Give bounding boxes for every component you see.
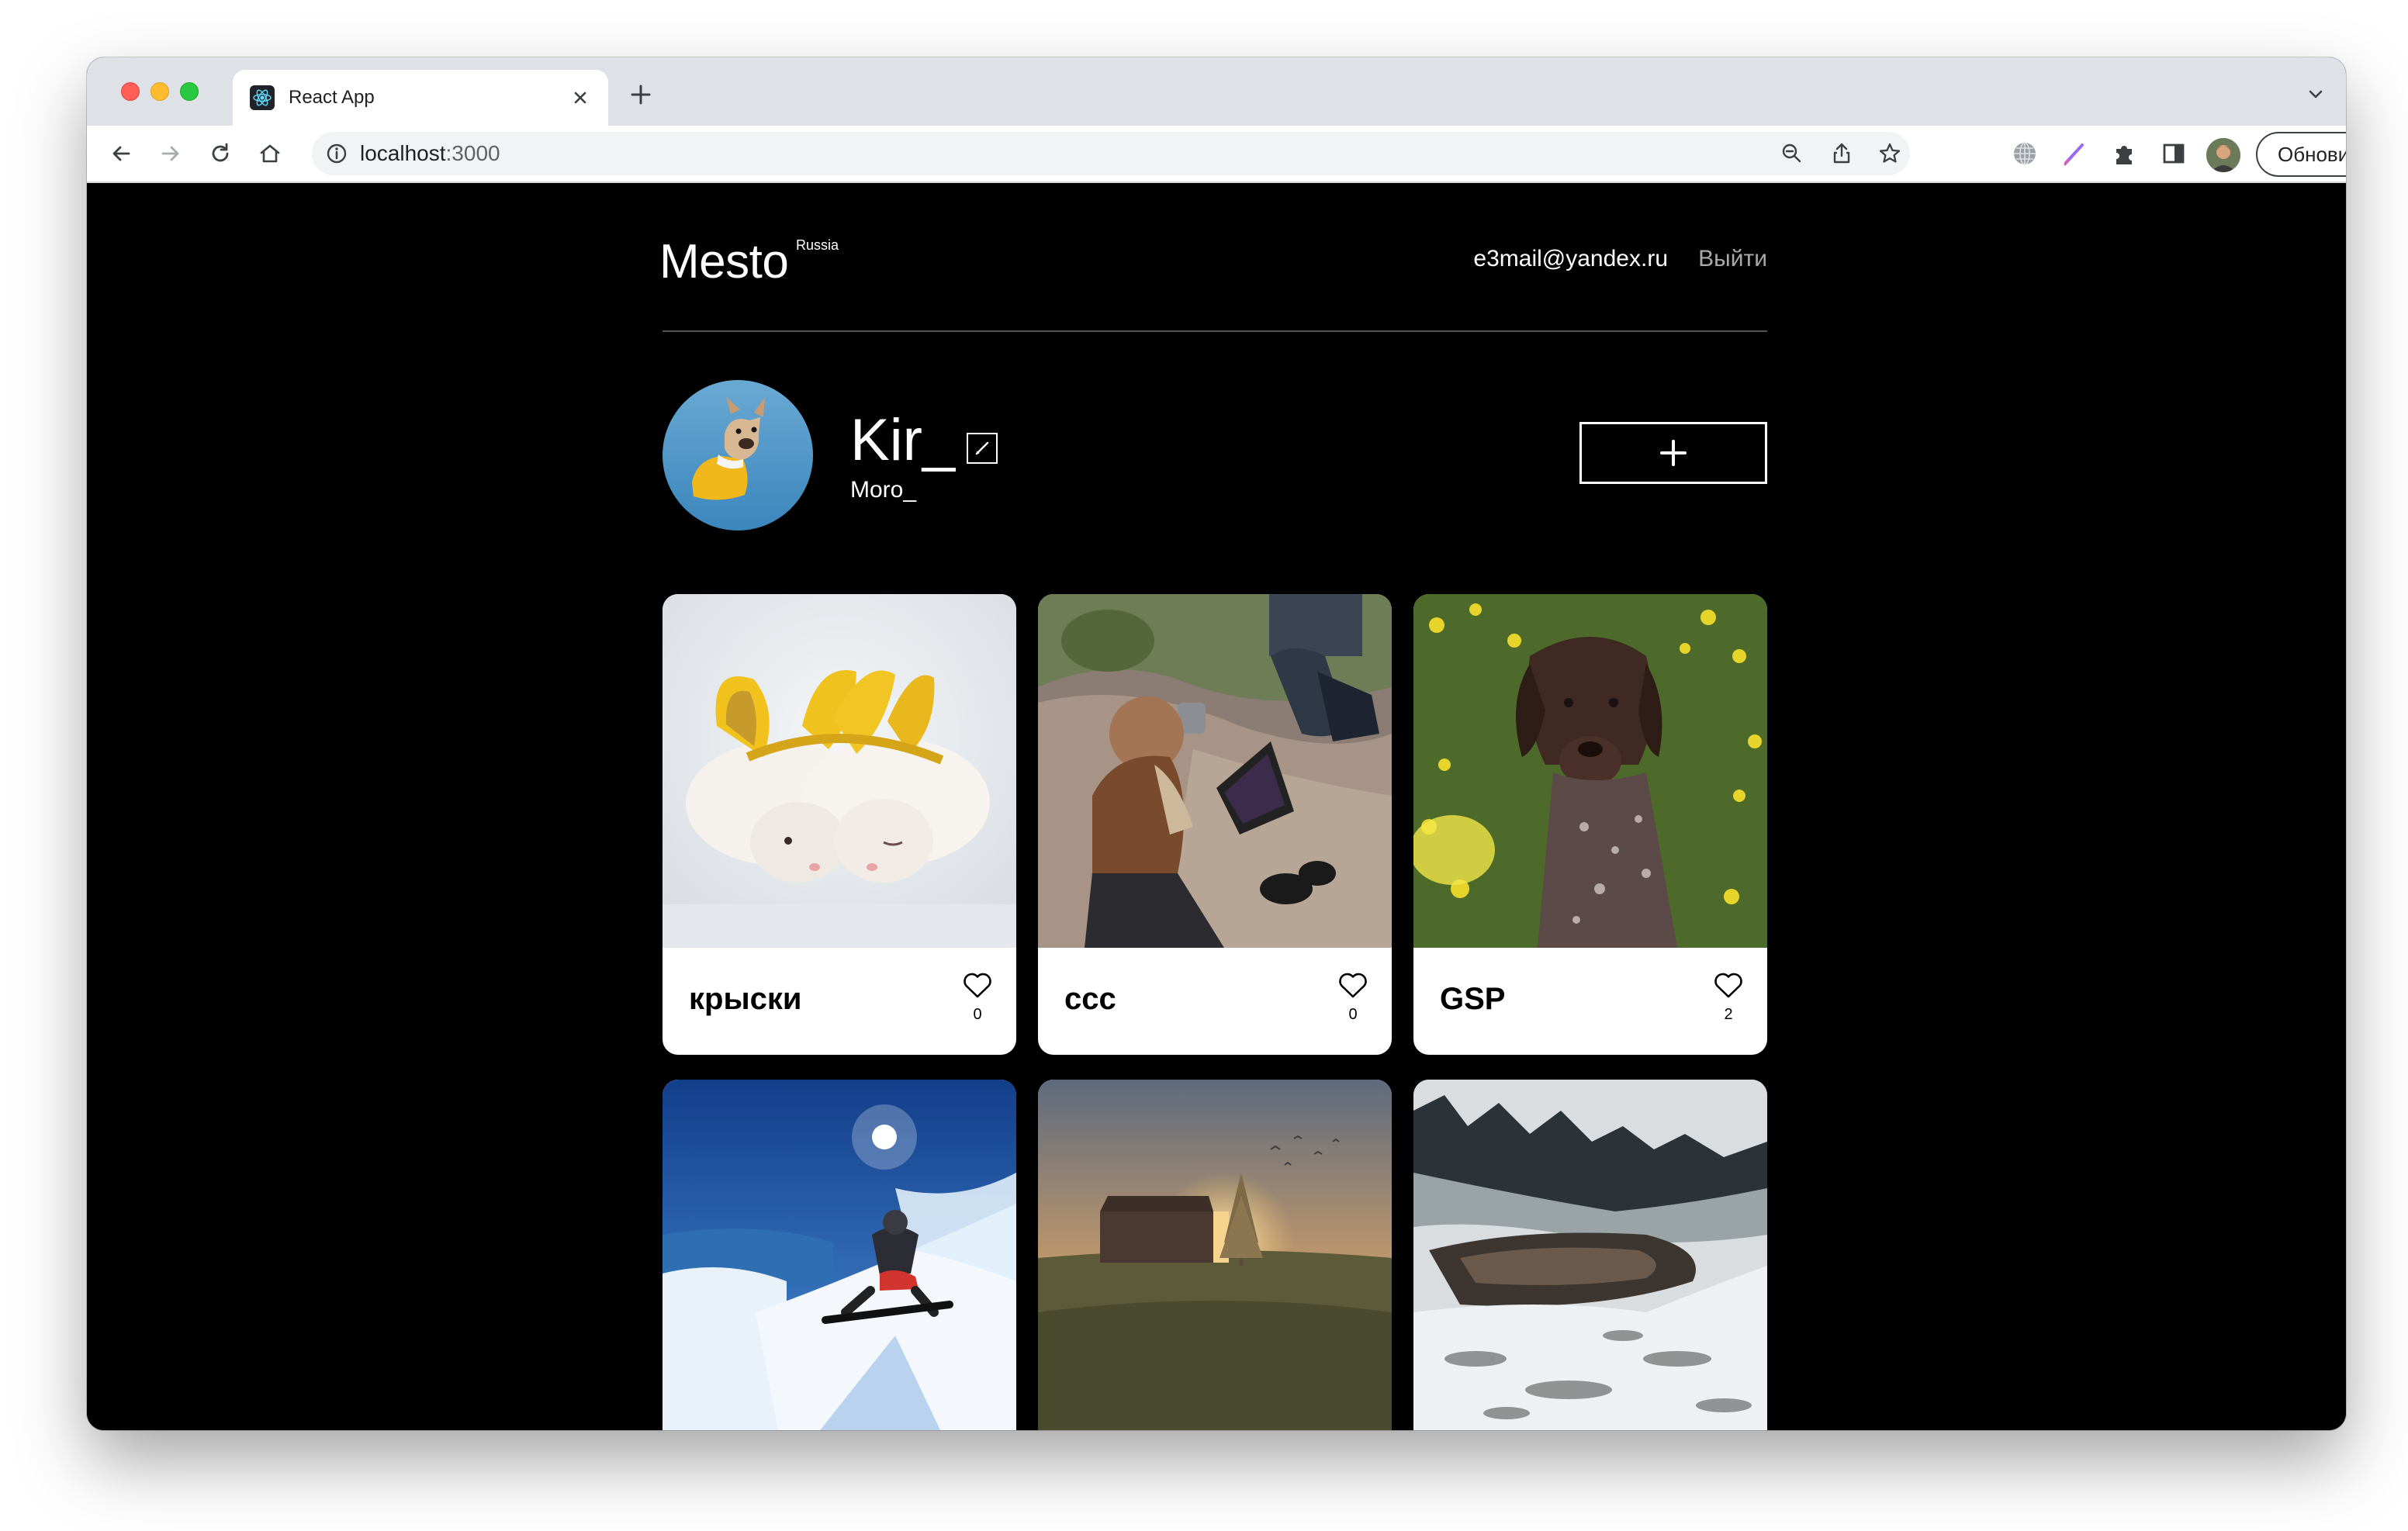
- profile-section: Kir_ Moro_: [663, 378, 1767, 534]
- back-arrow-icon[interactable]: [104, 137, 138, 171]
- maximize-window-button[interactable]: [180, 82, 199, 101]
- plus-icon[interactable]: [624, 78, 658, 112]
- like-count: 0: [973, 1006, 982, 1023]
- card-image[interactable]: [1413, 1080, 1767, 1430]
- site-logo-region: Russia: [796, 237, 839, 253]
- sidebar-icon[interactable]: [2158, 138, 2189, 169]
- card-image[interactable]: [663, 594, 1016, 948]
- card-title: крыски: [689, 982, 802, 1016]
- profile-about: Moro_: [850, 477, 917, 503]
- address-bar[interactable]: localhost:3000: [312, 132, 1910, 175]
- heart-icon[interactable]: [1713, 971, 1744, 999]
- url-text: localhost:3000: [360, 141, 500, 165]
- info-icon[interactable]: [323, 140, 351, 168]
- update-browser-button[interactable]: Обновить: [2256, 132, 2346, 177]
- share-icon[interactable]: [1828, 140, 1856, 168]
- card: [1413, 1080, 1767, 1430]
- card-image[interactable]: [1038, 1080, 1392, 1430]
- page-viewport: Mesto Russia e3mail@yandex.ru Выйти Kir_…: [87, 183, 2346, 1430]
- add-card-button[interactable]: [1579, 422, 1767, 484]
- globe-icon[interactable]: [2009, 138, 2040, 169]
- card-image[interactable]: [663, 1080, 1016, 1430]
- close-window-button[interactable]: [121, 82, 140, 101]
- card-image[interactable]: [1413, 594, 1767, 948]
- edit-profile-button[interactable]: [967, 433, 998, 464]
- card: [663, 1080, 1016, 1430]
- heart-icon[interactable]: [962, 971, 993, 999]
- star-icon[interactable]: [1876, 140, 1904, 168]
- logout-link[interactable]: Выйти: [1698, 245, 1767, 273]
- tab-strip: React App: [87, 57, 2346, 126]
- profile-avatar-small[interactable]: [2206, 138, 2240, 172]
- tab-title: React App: [289, 87, 375, 108]
- heart-icon[interactable]: [1337, 971, 1368, 999]
- edit-pencil-icon: [975, 441, 989, 455]
- user-email: e3mail@yandex.ru: [1473, 246, 1668, 271]
- browser-toolbar: localhost:3000 Обновить: [87, 126, 2346, 183]
- like-count: 2: [1724, 1006, 1733, 1023]
- card: ccc 0: [1038, 594, 1392, 1055]
- reload-icon[interactable]: [203, 137, 237, 171]
- minimize-window-button[interactable]: [150, 82, 169, 101]
- pen-icon[interactable]: [2059, 138, 2090, 169]
- card-image[interactable]: [1038, 594, 1392, 948]
- zoom-out-icon[interactable]: [1778, 140, 1806, 168]
- browser-window: React App localhost:3000 Обнови Mesto Ru…: [87, 57, 2346, 1430]
- home-icon[interactable]: [253, 137, 287, 171]
- site-logo[interactable]: Mesto: [659, 234, 789, 290]
- card-title: GSP: [1440, 982, 1506, 1016]
- chevron-down-icon[interactable]: [2302, 81, 2329, 107]
- puzzle-icon[interactable]: [2109, 138, 2140, 169]
- react-favicon-icon: [250, 85, 275, 110]
- browser-tab[interactable]: React App: [233, 70, 608, 126]
- plus-icon: [1660, 440, 1687, 466]
- profile-avatar[interactable]: [663, 380, 813, 530]
- close-icon[interactable]: [566, 84, 594, 112]
- card: [1038, 1080, 1392, 1430]
- page-container: Mesto Russia e3mail@yandex.ru Выйти Kir_…: [659, 183, 1767, 1430]
- site-header: Mesto Russia e3mail@yandex.ru Выйти: [659, 183, 1767, 332]
- card: крыски 0: [663, 594, 1016, 1055]
- like-count: 0: [1348, 1006, 1358, 1023]
- forward-arrow-icon[interactable]: [154, 137, 188, 171]
- profile-name: Kir_: [850, 407, 956, 473]
- card-title: ccc: [1064, 982, 1116, 1016]
- card: GSP 2: [1413, 594, 1767, 1055]
